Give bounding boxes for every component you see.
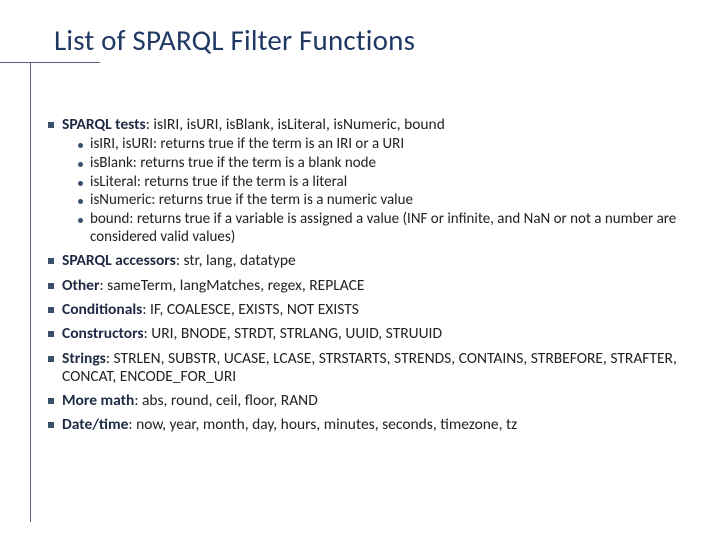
list-item: Other: sameTerm, langMatches, regex, REP… — [48, 277, 680, 295]
list-item: Date/time: now, year, month, day, hours,… — [48, 416, 680, 434]
sub-list-item: isNumeric: returns true if the term is a… — [78, 192, 680, 210]
sub-list-item: isLiteral: returns true if the term is a… — [78, 174, 680, 192]
decor-vertical-line — [30, 62, 31, 522]
slide-body: SPARQL tests: isIRI, isURI, isBlank, isL… — [48, 116, 680, 441]
list-item-text: : abs, round, ceil, floor, RAND — [134, 391, 317, 410]
list-item-text: : str, lang, datatype — [176, 251, 296, 270]
decor-horizontal-line — [0, 62, 100, 63]
list-item: Conditionals: IF, COALESCE, EXISTS, NOT … — [48, 301, 680, 319]
list-item-text: : STRLEN, SUBSTR, UCASE, LCASE, STRSTART… — [62, 349, 677, 386]
bullet-list: SPARQL tests: isIRI, isURI, isBlank, isL… — [48, 116, 680, 435]
list-item-label: Other — [62, 276, 100, 295]
list-item: Strings: STRLEN, SUBSTR, UCASE, LCASE, S… — [48, 350, 680, 387]
list-item-text: : sameTerm, langMatches, regex, REPLACE — [100, 276, 365, 295]
list-item-label: Conditionals — [62, 300, 142, 319]
list-item: More math: abs, round, ceil, floor, RAND — [48, 392, 680, 410]
sub-list-item: isIRI, isURI: returns true if the term i… — [78, 136, 680, 154]
list-item-text: : URI, BNODE, STRDT, STRLANG, UUID, STRU… — [144, 324, 442, 343]
list-item-text: : now, year, month, day, hours, minutes,… — [128, 415, 517, 434]
list-item: Constructors: URI, BNODE, STRDT, STRLANG… — [48, 325, 680, 343]
list-item-label: Constructors — [62, 324, 144, 343]
sub-list-item: isBlank: returns true if the term is a b… — [78, 155, 680, 173]
sub-list: isIRI, isURI: returns true if the term i… — [78, 136, 680, 246]
list-item-text: : isIRI, isURI, isBlank, isLiteral, isNu… — [146, 115, 445, 134]
list-item-label: Date/time — [62, 415, 128, 434]
slide-title: List of SPARQL Filter Functions — [54, 22, 415, 58]
list-item-label: SPARQL accessors — [62, 251, 176, 270]
list-item-label: SPARQL tests — [62, 115, 146, 134]
list-item: SPARQL accessors: str, lang, datatype — [48, 252, 680, 270]
sub-list-item: bound: returns true if a variable is ass… — [78, 211, 680, 246]
list-item-label: More math — [62, 391, 134, 410]
list-item-label: Strings — [62, 349, 106, 368]
list-item: SPARQL tests: isIRI, isURI, isBlank, isL… — [48, 116, 680, 246]
list-item-text: : IF, COALESCE, EXISTS, NOT EXISTS — [142, 300, 359, 319]
